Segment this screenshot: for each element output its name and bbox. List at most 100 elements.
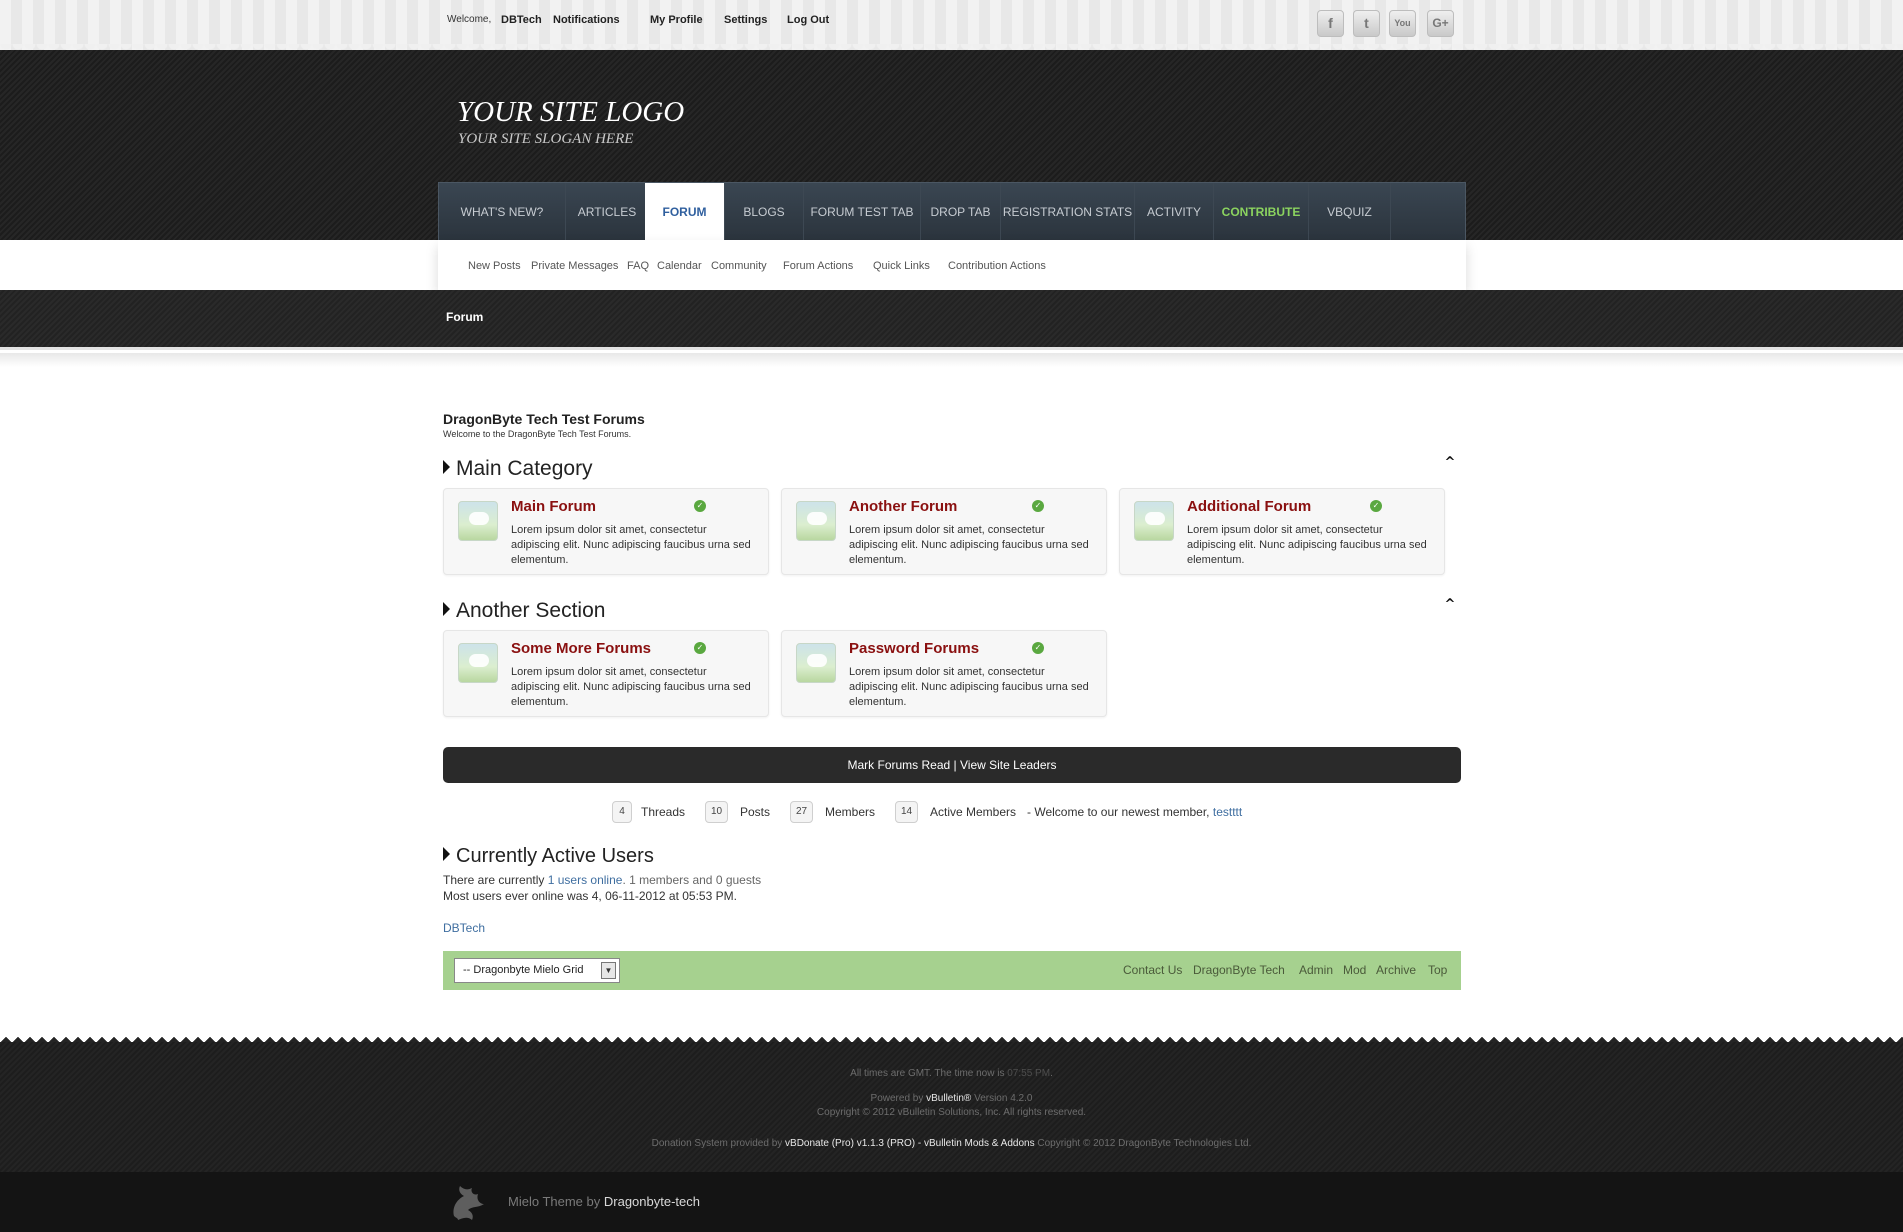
site-slogan: YOUR SITE SLOGAN HERE: [458, 131, 634, 147]
users-online-link[interactable]: 1 users online: [548, 873, 623, 887]
check-icon: ✓: [694, 642, 706, 654]
active-members-count: 14: [895, 801, 919, 823]
username-link[interactable]: DBTech: [501, 14, 542, 26]
settings-link[interactable]: Settings: [724, 14, 767, 26]
subnav-calendar[interactable]: Calendar: [657, 260, 702, 272]
tab-drop-tab[interactable]: DROP TAB: [921, 183, 1001, 241]
forum-description: Lorem ipsum dolor sit amet, consectetur …: [849, 666, 1089, 708]
tab-blogs[interactable]: BLOGS: [725, 183, 804, 241]
collapse-chevron-icon[interactable]: ^: [1443, 456, 1457, 469]
tab-forum-test-tab[interactable]: FORUM TEST TAB: [804, 183, 921, 241]
active-users-header[interactable]: Currently Active Users: [443, 845, 654, 868]
footer-link-top[interactable]: Top: [1428, 963, 1447, 977]
donation-prefix: Donation System provided by: [651, 1138, 783, 1149]
forum-card[interactable]: Additional Forum ✓ Lorem ipsum dolor sit…: [1119, 488, 1445, 575]
check-icon: ✓: [1370, 500, 1382, 512]
time-prefix: All times are GMT. The time now is: [850, 1068, 1005, 1079]
collapse-chevron-icon[interactable]: ^: [1443, 598, 1457, 611]
tab-whats-new[interactable]: WHAT'S NEW?: [439, 183, 566, 241]
band-shadow: [0, 353, 1903, 367]
members-guests-text: . 1 members and 0 guests: [622, 873, 762, 887]
footer-link-archive[interactable]: Archive: [1376, 963, 1416, 977]
newest-member-link[interactable]: testttt: [1213, 805, 1242, 819]
threads-label: Threads: [641, 805, 686, 819]
forum-title[interactable]: Some More Forums: [511, 640, 651, 657]
vbdonate-link[interactable]: vBDonate (Pro) v1.1.3 (PRO) - vBulletin …: [785, 1138, 1035, 1149]
youtube-icon[interactable]: You: [1389, 10, 1416, 37]
subnav-contribution-actions[interactable]: Contribution Actions: [948, 260, 1046, 272]
mark-forums-read-link[interactable]: Mark Forums Read: [847, 758, 950, 772]
donation-copyright: Copyright © 2012 DragonByte Technologies…: [1037, 1138, 1252, 1149]
tab-activity[interactable]: ACTIVITY: [1135, 183, 1214, 241]
wave-divider: [0, 44, 1903, 54]
theme-author-link[interactable]: Dragonbyte-tech: [604, 1194, 700, 1209]
active-members-label: Active Members: [930, 805, 1017, 819]
subnav-faq[interactable]: FAQ: [627, 260, 649, 272]
notifications-link[interactable]: Notifications: [553, 14, 620, 26]
style-select[interactable]: -- Dragonbyte Mielo Grid ▼: [454, 958, 620, 983]
forum-title[interactable]: Password Forums: [849, 640, 979, 657]
site-logo[interactable]: YOUR SITE LOGO: [457, 96, 684, 129]
forum-card[interactable]: Some More Forums ✓ Lorem ipsum dolor sit…: [443, 630, 769, 717]
footer-link-contact-us[interactable]: Contact Us: [1123, 963, 1182, 977]
online-user-link[interactable]: DBTech: [443, 921, 485, 935]
forum-title[interactable]: Main Forum: [511, 498, 596, 515]
subnav-community[interactable]: Community: [711, 260, 767, 272]
forum-status-icon: [796, 643, 836, 683]
check-icon: ✓: [1032, 642, 1044, 654]
vbulletin-link[interactable]: vBulletin®: [926, 1093, 971, 1104]
welcome-text: Welcome,: [447, 14, 492, 25]
facebook-icon[interactable]: f: [1317, 10, 1344, 37]
expand-triangle-icon: [443, 602, 450, 616]
footer-link-mod[interactable]: Mod: [1343, 963, 1366, 977]
footer-bar: -- Dragonbyte Mielo Grid ▼ Contact Us Dr…: [443, 951, 1461, 990]
style-select-value: -- Dragonbyte Mielo Grid: [463, 964, 584, 976]
twitter-icon[interactable]: t: [1353, 10, 1380, 37]
forum-status-icon: [796, 501, 836, 541]
forum-card[interactable]: Another Forum ✓ Lorem ipsum dolor sit am…: [781, 488, 1107, 575]
subnav-forum-actions[interactable]: Forum Actions: [783, 260, 853, 272]
time-notice: All times are GMT. The time now is 07:55…: [0, 1068, 1903, 1079]
expand-triangle-icon: [443, 460, 450, 474]
newest-member-text: - Welcome to our newest member, testttt: [1027, 805, 1242, 819]
forum-title[interactable]: Another Forum: [849, 498, 957, 515]
footer-link-dragonbyte-tech[interactable]: DragonByte Tech: [1193, 963, 1285, 977]
tab-vbquiz[interactable]: VBQUIZ: [1309, 183, 1391, 241]
current-time: 07:55 PM: [1007, 1068, 1051, 1079]
tab-registration-stats[interactable]: REGISTRATION STATS: [1001, 183, 1135, 241]
tab-forum[interactable]: FORUM: [645, 183, 725, 242]
forum-actions-bar: Mark Forums Read | View Site Leaders: [443, 747, 1461, 783]
tab-contribute[interactable]: CONTRIBUTE: [1214, 183, 1309, 241]
my-profile-link[interactable]: My Profile: [650, 14, 703, 26]
theme-credit-bar: Mielo Theme by Dragonbyte-tech: [0, 1172, 1903, 1232]
subnav-quick-links[interactable]: Quick Links: [873, 260, 930, 272]
page-description: Welcome to the DragonByte Tech Test Foru…: [443, 429, 632, 439]
section-header[interactable]: Main Category: [443, 457, 593, 481]
forum-status-icon: [458, 643, 498, 683]
breadcrumb[interactable]: Forum: [446, 310, 483, 324]
dropdown-arrow-icon[interactable]: ▼: [601, 962, 616, 979]
subnav-new-posts[interactable]: New Posts: [468, 260, 521, 272]
forum-title[interactable]: Additional Forum: [1187, 498, 1311, 515]
dragon-logo-icon: [453, 1186, 484, 1220]
time-suffix: .: [1050, 1068, 1053, 1079]
most-users-line: Most users ever online was 4, 06-11-2012…: [443, 889, 737, 903]
posts-count: 10: [705, 801, 729, 823]
top-strip: Welcome, DBTech Notifications My Profile…: [0, 0, 1903, 54]
page-title: DragonByte Tech Test Forums: [443, 411, 645, 427]
section-header[interactable]: Another Section: [443, 599, 605, 623]
donation-notice: Donation System provided by vBDonate (Pr…: [0, 1138, 1903, 1149]
forum-description: Lorem ipsum dolor sit amet, consectetur …: [1187, 524, 1427, 566]
forum-card[interactable]: Password Forums ✓ Lorem ipsum dolor sit …: [781, 630, 1107, 717]
footer-link-admin[interactable]: Admin: [1299, 963, 1333, 977]
subnav-private-messages[interactable]: Private Messages: [531, 260, 618, 272]
logout-link[interactable]: Log Out: [787, 14, 829, 26]
powered-prefix: Powered by: [870, 1093, 924, 1104]
forum-description: Lorem ipsum dolor sit amet, consectetur …: [511, 666, 751, 708]
tab-articles[interactable]: ARTICLES: [566, 183, 649, 241]
check-icon: ✓: [694, 500, 706, 512]
view-site-leaders-link[interactable]: View Site Leaders: [960, 758, 1057, 772]
main-navbar: WHAT'S NEW? ARTICLES FORUM BLOGS FORUM T…: [438, 182, 1466, 242]
forum-card[interactable]: Main Forum ✓ Lorem ipsum dolor sit amet,…: [443, 488, 769, 575]
google-plus-icon[interactable]: G+: [1427, 10, 1454, 37]
